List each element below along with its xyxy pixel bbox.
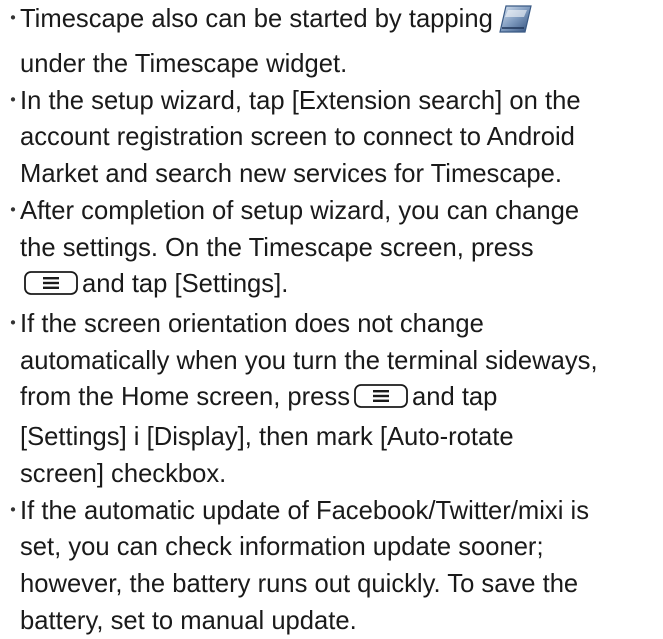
text-line: account registration screen to connect t…: [20, 119, 659, 156]
menu-key-icon: [24, 269, 78, 306]
bullet: ・: [3, 193, 23, 230]
line-text: and tap: [412, 383, 497, 411]
text-line: however, the battery runs out quickly. T…: [20, 566, 659, 603]
text-line: If the automatic update of Facebook/Twit…: [20, 493, 659, 530]
line-text: from the Home screen, press: [20, 383, 350, 411]
text-line: If the screen orientation does not chang…: [20, 306, 659, 343]
text-line: the settings. On the Timescape screen, p…: [20, 230, 659, 267]
text-line: from the Home screen, press and tap: [20, 379, 659, 419]
bullet: ・: [3, 1, 23, 38]
timescape-app-icon: [497, 3, 535, 46]
menu-key-icon: [354, 382, 408, 419]
line-text: Timescape also can be started by tapping: [20, 5, 493, 33]
list-item: ・ After completion of setup wizard, you …: [0, 193, 663, 306]
bullet: ・: [3, 83, 23, 120]
list-item: ・ Timescape also can be started by tappi…: [0, 1, 663, 82]
line-text: and tap [Settings].: [82, 270, 288, 298]
text-line: Market and search new services for Times…: [20, 156, 659, 193]
list-item: ・ If the screen orientation does not cha…: [0, 306, 663, 492]
text-line: In the setup wizard, tap [Extension sear…: [20, 83, 659, 120]
text-line: Timescape also can be started by tapping: [20, 1, 659, 46]
text-line: under the Timescape widget.: [20, 46, 659, 83]
text-line: [Settings] i [Display], then mark [Auto-…: [20, 419, 659, 456]
text-line: set, you can check information update so…: [20, 529, 659, 566]
bullet: ・: [3, 306, 23, 343]
bullet: ・: [3, 493, 23, 530]
list-item: ・ In the setup wizard, tap [Extension se…: [0, 83, 663, 193]
text-line: battery, set to manual update.: [20, 603, 659, 639]
notes-list: ・ Timescape also can be started by tappi…: [0, 0, 663, 639]
list-item: ・ If the automatic update of Facebook/Tw…: [0, 493, 663, 639]
text-line: screen] checkbox.: [20, 456, 659, 493]
text-line: and tap [Settings].: [20, 266, 659, 306]
text-line: automatically when you turn the terminal…: [20, 343, 659, 380]
text-line: After completion of setup wizard, you ca…: [20, 193, 659, 230]
